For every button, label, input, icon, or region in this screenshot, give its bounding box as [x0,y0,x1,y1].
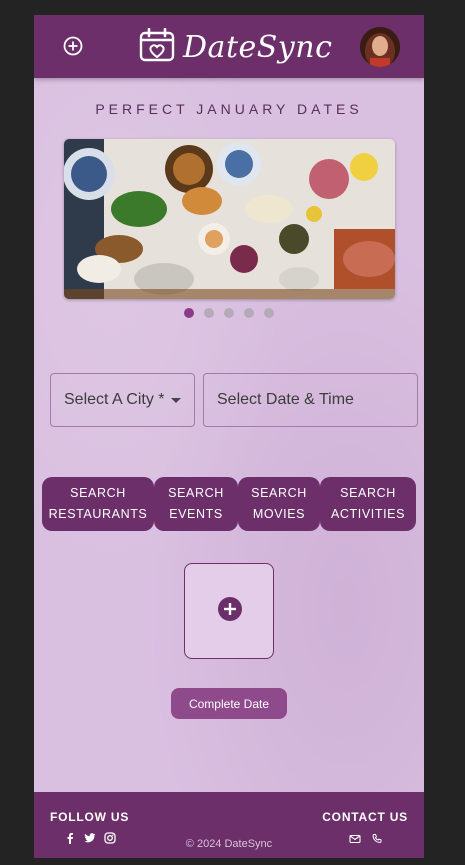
contact-links [349,832,383,844]
footer: FOLLOW US CONTACT US © 2024 DateSync [34,792,424,858]
button-label: SEARCH [168,486,224,500]
button-label: SEARCH [70,486,126,500]
mail-icon[interactable] [349,832,361,844]
button-label: SEARCH [340,486,396,500]
date-time-picker[interactable]: Select Date & Time [203,373,418,427]
button-label: SEARCH [251,486,307,500]
search-movies-button[interactable]: SEARCH MOVIES [238,477,320,531]
date-time-label: Select Date & Time [217,391,354,408]
carousel-dot[interactable] [204,308,214,318]
hero-carousel-image[interactable] [64,139,395,299]
phone-icon[interactable] [371,832,383,844]
plus-circle-icon [218,597,242,621]
complete-date-button[interactable]: Complete Date [171,688,287,719]
add-date-item-card[interactable] [184,563,274,659]
search-buttons: SEARCH RESTAURANTS SEARCH EVENTS SEARCH … [42,477,416,531]
button-label: EVENTS [169,507,223,521]
app-screen: DateSync PERFECT JANUARY DATES Select A … [34,15,424,858]
city-select[interactable]: Select A City * [50,373,195,427]
carousel-dot[interactable] [264,308,274,318]
top-nav: DateSync [34,15,424,78]
add-date-icon[interactable] [63,36,83,56]
hero-tagline: PERFECT JANUARY DATES [95,101,363,117]
city-select-label: Select A City * [64,391,165,408]
carousel-dot[interactable] [184,308,194,318]
brand-logo[interactable]: DateSync [139,27,333,66]
search-activities-button[interactable]: SEARCH ACTIVITIES [320,477,416,531]
dropdown-caret-icon [171,398,181,403]
carousel-dot[interactable] [224,308,234,318]
carousel-dot[interactable] [244,308,254,318]
brand-name: DateSync [183,29,333,65]
user-avatar[interactable] [360,27,400,67]
follow-us-heading: FOLLOW US [50,810,130,824]
button-label: RESTAURANTS [48,507,148,521]
button-label: ACTIVITIES [330,507,406,521]
calendar-heart-icon [139,27,175,66]
food-spread-photo [64,139,395,299]
carousel-dots [34,308,424,318]
contact-us-heading: CONTACT US [322,810,408,824]
button-label: MOVIES [252,507,306,521]
search-events-button[interactable]: SEARCH EVENTS [154,477,238,531]
search-restaurants-button[interactable]: SEARCH RESTAURANTS [42,477,154,531]
